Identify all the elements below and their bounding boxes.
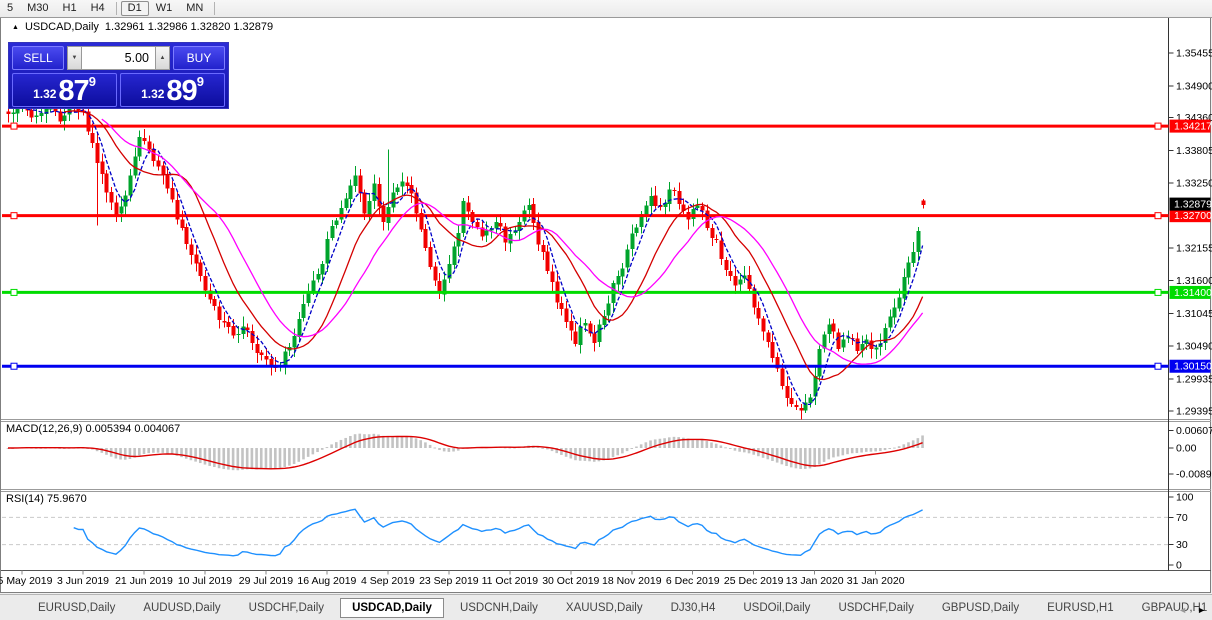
svg-text:1.32155: 1.32155: [1176, 242, 1212, 254]
svg-text:16 Aug 2019: 16 Aug 2019: [297, 575, 356, 587]
sell-button[interactable]: SELL: [12, 46, 64, 70]
timeframe-button-h1[interactable]: H1: [56, 1, 84, 16]
scroll-right-icon[interactable]: ►: [1197, 605, 1206, 615]
svg-text:31 Jan 2020: 31 Jan 2020: [847, 575, 905, 587]
volume-increase-button[interactable]: ▲: [155, 46, 170, 70]
rsi-label: RSI(14) 75.9670: [6, 493, 87, 505]
chart-tab-usdchf-daily[interactable]: USDCHF,Daily: [237, 598, 336, 618]
chart-ohlc-values: 1.32961 1.32986 1.32820 1.32879: [105, 21, 273, 33]
svg-text:30: 30: [1176, 539, 1188, 551]
sell-price-display[interactable]: 1.32879: [12, 73, 117, 107]
svg-text:3 Jun 2019: 3 Jun 2019: [57, 575, 109, 587]
svg-text:15 May 2019: 15 May 2019: [0, 575, 53, 587]
chart-tab-bar: EURUSD,DailyAUDUSD,DailyUSDCHF,DailyUSDC…: [0, 594, 1212, 620]
svg-text:1.29935: 1.29935: [1176, 373, 1212, 385]
svg-text:1.31600: 1.31600: [1176, 275, 1212, 287]
timeframe-button-mn[interactable]: MN: [179, 1, 210, 16]
arrow-up-icon: ▲: [160, 55, 166, 61]
svg-text:18 Nov 2019: 18 Nov 2019: [602, 575, 662, 587]
scroll-left-icon[interactable]: ◄: [1178, 605, 1187, 615]
chart-title: ▲ USDCAD,Daily 1.32961 1.32986 1.32820 1…: [12, 21, 273, 33]
moving-averages: [27, 109, 923, 404]
chart-tab-audusd-daily[interactable]: AUDUSD,Daily: [131, 598, 232, 618]
price-axis: 1.354551.349001.343601.338051.332501.321…: [1169, 48, 1212, 418]
svg-text:1.33805: 1.33805: [1176, 145, 1212, 157]
svg-text:100: 100: [1176, 492, 1194, 504]
svg-text:70: 70: [1176, 512, 1188, 524]
svg-text:1.34900: 1.34900: [1176, 80, 1212, 92]
svg-text:23 Sep 2019: 23 Sep 2019: [419, 575, 479, 587]
svg-text:13 Jan 2020: 13 Jan 2020: [786, 575, 844, 587]
buy-button[interactable]: BUY: [173, 46, 225, 70]
tab-scroll-arrows: ◄ ►: [1178, 605, 1206, 615]
svg-text:30 Oct 2019: 30 Oct 2019: [542, 575, 599, 587]
timeframe-button-w1[interactable]: W1: [149, 1, 180, 16]
date-axis: 15 May 2019 3 Jun 2019 21 Jun 2019 10 Jul 2…: [0, 571, 905, 588]
svg-text:1.32879: 1.32879: [1174, 199, 1212, 211]
svg-text:6 Dec 2019: 6 Dec 2019: [666, 575, 720, 587]
svg-text:1.31400: 1.31400: [1174, 287, 1212, 299]
candlesticks: [7, 95, 926, 419]
volume-spinner: ▼ 5.00 ▲: [67, 46, 170, 70]
toolbar-separator: [214, 2, 215, 15]
chart-tab-usdchf-daily[interactable]: USDCHF,Daily: [826, 598, 925, 618]
svg-text:21 Jun 2019: 21 Jun 2019: [115, 575, 173, 587]
macd-pane: 0.006078 0.00 -0.008965: [7, 425, 1212, 481]
chart-tab-eurusd-daily[interactable]: EURUSD,Daily: [26, 598, 127, 618]
timeframe-button-m30[interactable]: M30: [20, 1, 55, 16]
svg-text:25 Dec 2019: 25 Dec 2019: [724, 575, 784, 587]
svg-text:1.29395: 1.29395: [1176, 405, 1212, 417]
chart-tab-eurusd-h1[interactable]: EURUSD,H1: [1035, 598, 1125, 618]
timeframe-button-5[interactable]: 5: [0, 1, 20, 16]
svg-text:4 Sep 2019: 4 Sep 2019: [361, 575, 415, 587]
macd-label: MACD(12,26,9) 0.005394 0.004067: [6, 423, 180, 435]
svg-text:1.32700: 1.32700: [1174, 210, 1212, 222]
svg-text:29 Jul 2019: 29 Jul 2019: [239, 575, 293, 587]
timeframe-toolbar: 5M30H1H4 D1W1MN: [0, 0, 1212, 18]
chart-tab-gbpusd-daily[interactable]: GBPUSD,Daily: [930, 598, 1031, 618]
rsi-pane: 100 70 30 0: [2, 492, 1194, 572]
svg-text:0.00: 0.00: [1176, 443, 1197, 455]
svg-text:-0.008965: -0.008965: [1176, 468, 1212, 480]
svg-text:1.34217: 1.34217: [1174, 121, 1212, 133]
svg-text:10 Jul 2019: 10 Jul 2019: [178, 575, 232, 587]
chart-tab-usdoil-daily[interactable]: USDOil,Daily: [731, 598, 822, 618]
volume-decrease-button[interactable]: ▼: [67, 46, 82, 70]
chart-tab-xauusd-daily[interactable]: XAUUSD,Daily: [554, 598, 655, 618]
chart-symbol-period: USDCAD,Daily: [25, 21, 99, 33]
timeframe-button-h4[interactable]: H4: [84, 1, 112, 16]
toolbar-separator: [116, 2, 117, 15]
one-click-trading-panel: SELL ▼ 5.00 ▲ BUY 1.32879 1.32899: [8, 42, 229, 109]
arrow-down-icon: ▼: [72, 55, 78, 61]
svg-text:0.006078: 0.006078: [1176, 425, 1212, 437]
svg-text:0: 0: [1176, 560, 1182, 572]
svg-text:11 Oct 2019: 11 Oct 2019: [482, 575, 539, 587]
horizontal-level-lines: [2, 123, 1169, 369]
timeframe-button-d1[interactable]: D1: [121, 1, 149, 16]
chart-tab-usdcad-daily[interactable]: USDCAD,Daily: [340, 598, 444, 618]
buy-price-display[interactable]: 1.32899: [120, 73, 225, 107]
svg-text:1.35455: 1.35455: [1176, 48, 1212, 60]
chart-tab-dj30-h4[interactable]: DJ30,H4: [659, 598, 728, 618]
svg-text:1.31045: 1.31045: [1176, 308, 1212, 320]
svg-text:1.30490: 1.30490: [1176, 341, 1212, 353]
volume-input[interactable]: 5.00: [82, 46, 155, 70]
svg-text:1.30150: 1.30150: [1174, 361, 1212, 373]
collapse-triangle-icon: ▲: [12, 22, 19, 33]
chart-tab-usdcnh-daily[interactable]: USDCNH,Daily: [448, 598, 550, 618]
svg-text:1.33250: 1.33250: [1176, 178, 1212, 190]
